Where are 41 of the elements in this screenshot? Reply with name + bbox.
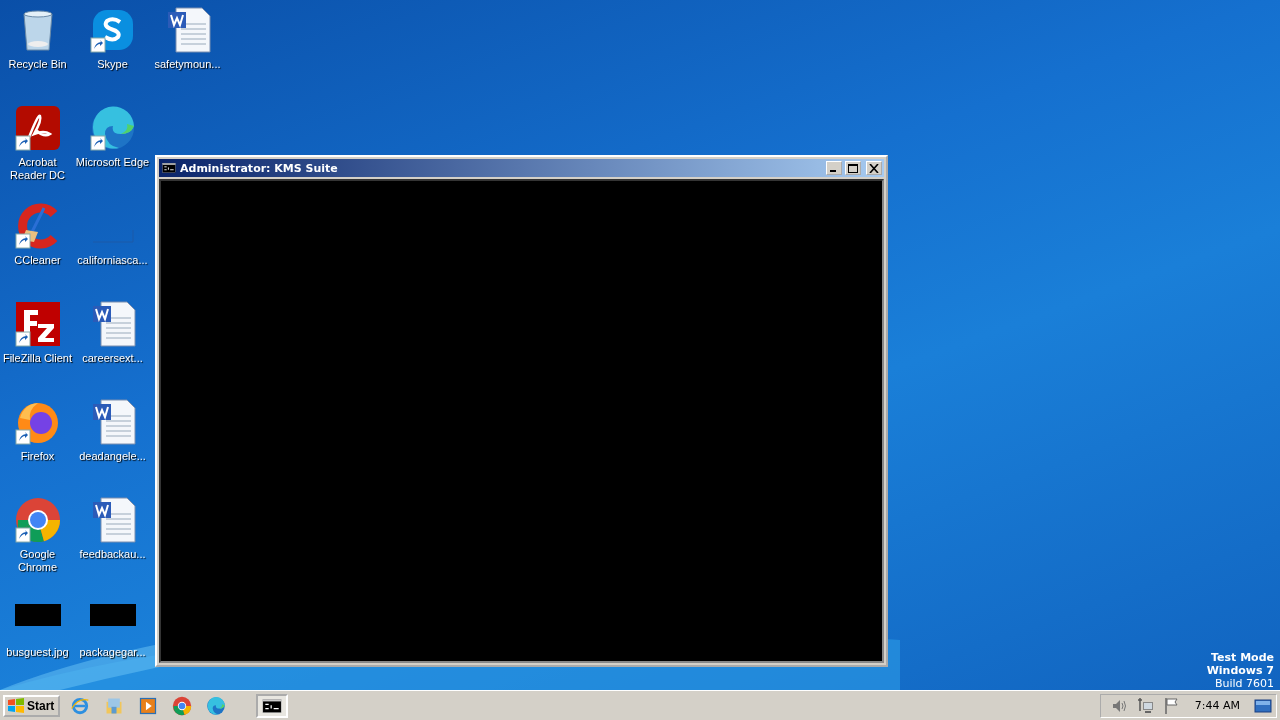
minimize-icon bbox=[830, 170, 836, 172]
show-desktop-icon[interactable] bbox=[1254, 696, 1272, 715]
wave-globe-icon bbox=[206, 695, 227, 716]
chrome-icon[interactable] bbox=[13, 496, 62, 544]
icon-label[interactable]: Acrobat Reader DC bbox=[0, 156, 75, 182]
chrome-icon bbox=[172, 695, 193, 716]
icon-label[interactable]: careersext... bbox=[82, 352, 143, 365]
icon-label[interactable]: CCleaner bbox=[14, 254, 61, 267]
play-icon bbox=[138, 695, 159, 716]
icon-label[interactable]: californiasca... bbox=[77, 254, 148, 267]
system-notice: Windows 7 bbox=[1206, 664, 1274, 677]
icon-label[interactable]: busguest.jpg bbox=[6, 646, 69, 659]
icon-label[interactable]: Recycle Bin bbox=[8, 58, 67, 71]
icon-label[interactable]: FileZilla Client bbox=[2, 352, 73, 365]
clock[interactable]: 7:44 AM bbox=[1194, 699, 1240, 712]
icon-label[interactable]: deadangele... bbox=[79, 450, 146, 463]
system-notice: Test Mode bbox=[1211, 651, 1274, 664]
icon-label[interactable]: Google Chrome bbox=[0, 548, 75, 574]
icon-label[interactable]: packagegar... bbox=[79, 646, 146, 659]
pdf-app-icon[interactable] bbox=[13, 104, 62, 152]
icon-label[interactable]: Microsoft Edge bbox=[75, 156, 150, 169]
maximize-icon bbox=[848, 163, 858, 173]
icon-label[interactable]: Skype bbox=[97, 58, 128, 71]
icon-label[interactable]: safetymoun... bbox=[154, 58, 221, 71]
minimize-button[interactable] bbox=[826, 161, 842, 175]
close-button[interactable] bbox=[866, 161, 882, 175]
network-icon[interactable] bbox=[1136, 696, 1155, 715]
maximize-button[interactable] bbox=[845, 161, 861, 175]
fz-app-icon[interactable] bbox=[13, 300, 62, 348]
window-title: Administrator: KMS Suite bbox=[180, 161, 339, 175]
wave-globe-icon[interactable] bbox=[88, 104, 137, 152]
flag-icon[interactable] bbox=[1162, 696, 1181, 715]
taskbar-button[interactable] bbox=[256, 693, 289, 718]
start-button[interactable]: Start bbox=[3, 694, 61, 717]
console-icon bbox=[161, 161, 177, 175]
icon-label[interactable]: feedbackau... bbox=[79, 548, 146, 561]
close-icon bbox=[869, 163, 879, 173]
windows-logo-icon bbox=[7, 697, 25, 714]
system-notice: Build 7601 bbox=[1214, 677, 1274, 690]
icon-label[interactable]: Firefox bbox=[20, 450, 55, 463]
e-browser-icon bbox=[70, 695, 91, 716]
